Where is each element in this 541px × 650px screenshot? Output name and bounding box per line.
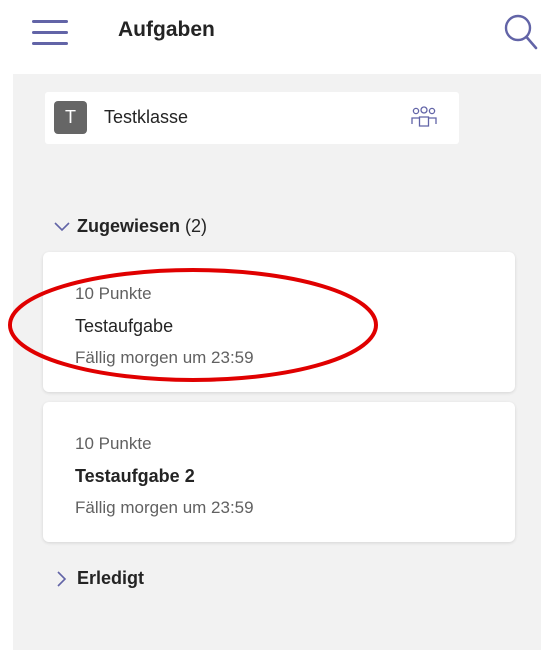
- assignment-due: Fällig morgen um 23:59: [75, 498, 254, 517]
- section-done[interactable]: Erledigt: [53, 568, 144, 589]
- class-selector[interactable]: T Testklasse: [45, 92, 459, 144]
- assignment-card[interactable]: 10 Punkte Testaufgabe 2 Fällig morgen um…: [43, 402, 515, 542]
- section-assigned-title: Zugewiesen: [77, 216, 181, 236]
- search-icon[interactable]: [502, 12, 538, 52]
- class-name: Testklasse: [104, 107, 189, 127]
- assignment-points: 10 Punkte: [75, 284, 152, 303]
- assignment-points: 10 Punkte: [75, 434, 152, 453]
- hamburger-menu-icon[interactable]: [32, 20, 68, 46]
- assignment-due: Fällig morgen um 23:59: [75, 348, 254, 367]
- class-avatar: T: [54, 101, 87, 134]
- chevron-right-icon: [57, 571, 67, 587]
- section-done-title: Erledigt: [77, 568, 145, 588]
- assignment-card[interactable]: 10 Punkte Testaufgabe Fällig morgen um 2…: [43, 252, 515, 392]
- section-assigned[interactable]: Zugewiesen (2): [53, 216, 207, 237]
- people-icon[interactable]: [411, 104, 437, 132]
- assignment-title: Testaufgabe 2: [75, 466, 195, 486]
- assignments-panel: T Testklasse Zugewiesen (2) 10 Punkte Te…: [13, 74, 541, 650]
- section-assigned-count: (2): [185, 216, 208, 236]
- page-title: Aufgaben: [118, 18, 215, 41]
- app-header: Aufgaben: [0, 0, 541, 72]
- assignment-title: Testaufgabe: [75, 316, 174, 336]
- chevron-down-icon: [54, 222, 70, 232]
